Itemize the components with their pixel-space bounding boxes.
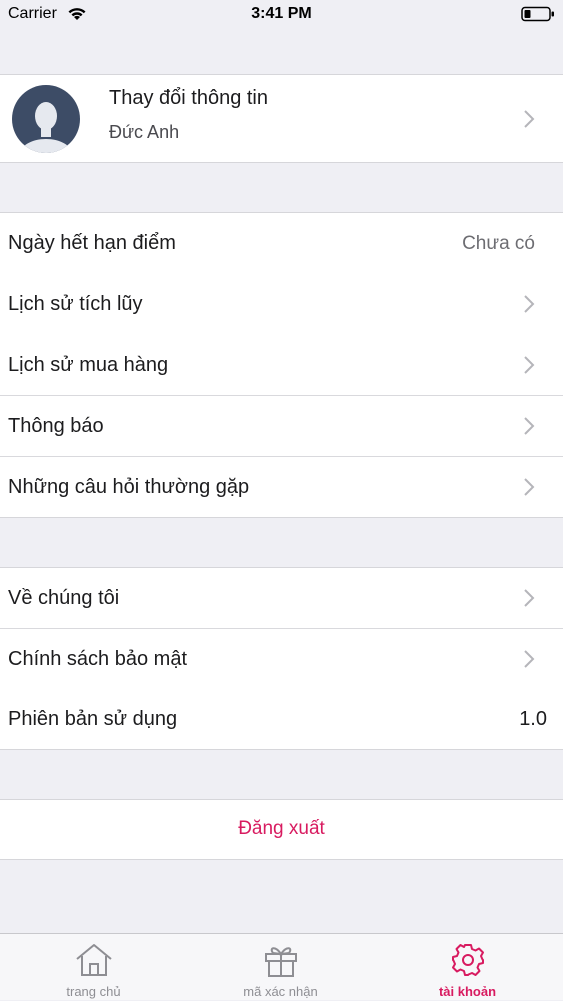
list-item-label: Phiên bản sử dụng — [8, 708, 178, 730]
logout-label: Đăng xuất — [238, 818, 325, 839]
list-item-label: Những câu hỏi thường gặp — [8, 476, 250, 498]
list-item-label: Lịch sử tích lũy — [8, 293, 143, 315]
tab-label: trang chủ — [66, 984, 121, 999]
list-item-notifications[interactable]: Thông báo — [0, 396, 563, 457]
tab-label: mã xác nhận — [243, 984, 318, 999]
tab-label: tài khoản — [438, 984, 497, 999]
profile-title: Thay đổi thông tin — [109, 87, 268, 109]
list-item-label: Lịch sử mua hàng — [8, 354, 169, 376]
avatar-placeholder-icon — [12, 85, 80, 153]
clock: 3:41 PM — [251, 5, 312, 22]
chevron-right-icon — [524, 356, 535, 374]
list-item-points-expiry[interactable]: Ngày hết hạn điểm Chưa có — [0, 213, 563, 274]
menu-section-info: Về chúng tôi Chính sách bảo mật Phiên bả… — [0, 567, 563, 750]
home-icon — [76, 944, 112, 976]
profile-section[interactable]: Thay đổi thông tin Đức Anh — [0, 74, 563, 163]
gear-icon — [452, 944, 484, 976]
profile-name: Đức Anh — [109, 122, 180, 142]
chevron-right-icon — [524, 110, 535, 128]
list-item-label: Chính sách bảo mật — [8, 648, 187, 670]
list-item-about-us[interactable]: Về chúng tôi — [0, 568, 563, 629]
list-item-faq[interactable]: Những câu hỏi thường gặp — [0, 457, 563, 517]
menu-section-account: Ngày hết hạn điểm Chưa có Lịch sử tích l… — [0, 212, 563, 518]
chevron-right-icon — [524, 589, 535, 607]
points-expiry-value: Chưa có — [462, 233, 535, 254]
list-item-label: Về chúng tôi — [8, 587, 120, 609]
battery-icon — [521, 6, 554, 22]
app-version-value: 1.0 — [519, 708, 547, 730]
gift-icon — [265, 947, 297, 977]
logout-button[interactable]: Đăng xuất — [0, 799, 563, 860]
chevron-right-icon — [524, 478, 535, 496]
status-bar: Carrier 3:41 PM — [0, 0, 563, 30]
list-item-privacy-policy[interactable]: Chính sách bảo mật — [0, 629, 563, 690]
tab-verification-code[interactable]: mã xác nhận — [187, 934, 374, 1001]
tab-bar: trang chủ mã xác nhận tài khoản — [0, 933, 563, 1000]
chevron-right-icon — [524, 417, 535, 435]
tab-account[interactable]: tài khoản — [374, 934, 561, 1001]
chevron-right-icon — [524, 650, 535, 668]
chevron-right-icon — [524, 295, 535, 313]
list-item-app-version: Phiên bản sử dụng 1.0 — [0, 690, 563, 749]
list-item-label: Thông báo — [8, 415, 104, 437]
list-item-purchase-history[interactable]: Lịch sử mua hàng — [0, 335, 563, 396]
list-item-accumulation-history[interactable]: Lịch sử tích lũy — [0, 274, 563, 335]
list-item-label: Ngày hết hạn điểm — [8, 232, 176, 254]
tab-home[interactable]: trang chủ — [0, 934, 187, 1001]
